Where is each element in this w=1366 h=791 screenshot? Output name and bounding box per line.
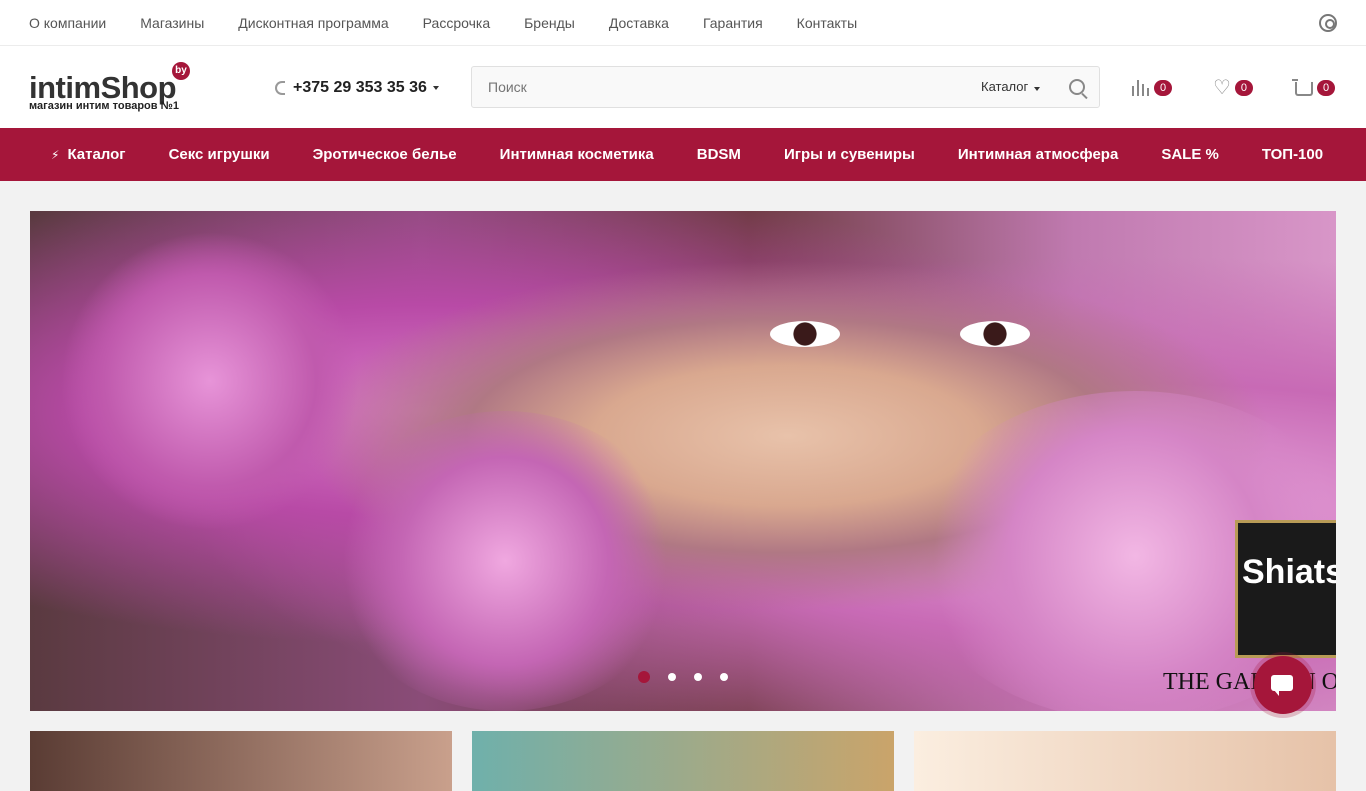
user-icon[interactable] (1319, 14, 1337, 32)
link-about[interactable]: О компании (29, 15, 106, 31)
slider-dots (638, 671, 746, 683)
nav-item-lingerie[interactable]: Эротическое белье (313, 146, 457, 163)
logo-tagline: магазин интим товаров №1 (29, 100, 179, 112)
logo-badge: by (172, 62, 190, 80)
favorites-count-badge: 0 (1234, 80, 1253, 96)
phone-number: +375 29 353 35 36 (293, 79, 427, 96)
phone-block[interactable]: +375 29 353 35 36 (275, 79, 439, 97)
top-links-bar: О компании Магазины Дисконтная программа… (0, 0, 1366, 46)
search-category-label: Каталог (981, 79, 1029, 94)
chevron-down-icon (432, 86, 439, 90)
compare-icon (1132, 80, 1150, 96)
slider-dot[interactable] (720, 673, 728, 681)
main-nav: ⚡ Каталог Секс игрушки Эротическое белье … (0, 128, 1366, 181)
chevron-down-icon (1034, 87, 1041, 91)
link-stores[interactable]: Магазины (140, 15, 204, 31)
link-contacts[interactable]: Контакты (797, 15, 857, 31)
nav-item-sex-toys[interactable]: Секс игрушки (169, 146, 270, 163)
flower-decoration (60, 231, 360, 531)
compare-button[interactable]: 0 (1132, 80, 1172, 96)
nav-item-catalog[interactable]: ⚡ Каталог (29, 146, 126, 163)
hero-banner[interactable]: Shiatsu THE GARDEN OF (30, 211, 1336, 711)
nav-item-games[interactable]: Игры и сувениры (784, 146, 915, 163)
search-box: Каталог (471, 66, 1100, 108)
promo-tile[interactable] (914, 731, 1336, 791)
nav-item-bdsm[interactable]: BDSM (697, 146, 741, 163)
search-input[interactable] (472, 67, 952, 107)
nav-item-atmosphere[interactable]: Интимная атмосфера (958, 146, 1119, 163)
search-category-select[interactable]: Каталог (981, 79, 1041, 94)
nav-item-sale[interactable]: SALE % (1161, 146, 1219, 163)
promo-tile[interactable] (472, 731, 894, 791)
chat-bubble-icon (1271, 675, 1293, 696)
promo-tile[interactable] (30, 731, 452, 791)
compare-count-badge: 0 (1154, 80, 1172, 96)
link-installment[interactable]: Рассрочка (423, 15, 490, 31)
cart-count-badge: 0 (1317, 80, 1335, 96)
heart-icon: ♡ (1213, 77, 1231, 99)
flower-decoration (330, 411, 680, 711)
cart-button[interactable]: 0 (1292, 79, 1335, 96)
nav-item-label: Каталог (67, 146, 126, 163)
link-warranty[interactable]: Гарантия (703, 15, 763, 31)
slider-dot[interactable] (694, 673, 702, 681)
nav-item-top100[interactable]: ТОП-100 (1262, 146, 1323, 163)
phone-icon (275, 81, 285, 95)
cart-icon (1292, 79, 1313, 96)
eye-graphic (960, 321, 1030, 347)
link-discount[interactable]: Дисконтная программа (238, 15, 388, 31)
slider-dot[interactable] (668, 673, 676, 681)
promo-tiles (30, 731, 1356, 791)
link-brands[interactable]: Бренды (524, 15, 575, 31)
chat-button[interactable] (1254, 656, 1312, 714)
lightning-icon: ⚡ (51, 147, 60, 162)
eye-graphic (770, 321, 840, 347)
favorites-button[interactable]: ♡ 0 (1213, 77, 1253, 99)
slider-dot[interactable] (638, 671, 650, 683)
link-delivery[interactable]: Доставка (609, 15, 669, 31)
nav-item-cosmetics[interactable]: Интимная косметика (500, 146, 654, 163)
search-icon[interactable] (1069, 79, 1085, 95)
shiatsu-ad: Shiatsu (1235, 520, 1336, 658)
